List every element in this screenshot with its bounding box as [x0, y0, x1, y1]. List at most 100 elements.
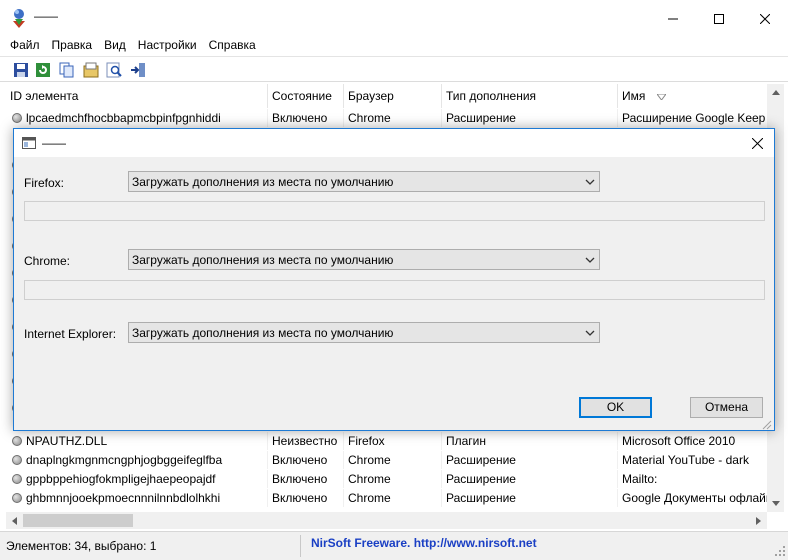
cell-type: Расширение	[442, 470, 618, 488]
exit-icon	[131, 63, 145, 77]
cell-browser: Chrome	[344, 489, 442, 507]
copy-icon	[59, 62, 74, 78]
chevron-down-icon	[585, 179, 595, 185]
cell-name: Material YouTube - dark	[622, 453, 749, 467]
menu-help[interactable]: Справка	[203, 37, 262, 56]
cell-state: Включено	[268, 109, 344, 127]
scroll-right-button[interactable]	[750, 512, 767, 529]
cell-name: Microsoft Office 2010	[622, 434, 736, 448]
dialog-title-bar: ——	[14, 129, 774, 157]
chrome-path-field[interactable]	[24, 280, 765, 300]
chevron-down-icon	[585, 330, 595, 336]
maximize-icon	[714, 13, 724, 24]
dialog-title: ——	[42, 136, 66, 150]
size-grip-icon[interactable]	[760, 418, 772, 430]
size-grip-icon[interactable]	[774, 545, 786, 557]
cell-type: Расширение	[442, 489, 618, 507]
cell-id: NPAUTHZ.DLL	[22, 432, 268, 450]
maximize-button[interactable]	[696, 0, 742, 37]
find-icon	[106, 62, 122, 78]
cell-browser: Chrome	[344, 470, 442, 488]
cell-state: Включено	[268, 489, 344, 507]
save-button[interactable]	[11, 60, 31, 80]
cancel-button[interactable]: Отмена	[690, 397, 763, 418]
cell-browser: Chrome	[344, 451, 442, 469]
minimize-button[interactable]	[650, 0, 696, 37]
column-header-type[interactable]: Тип дополнения	[442, 84, 618, 108]
column-header-id[interactable]: ID элемента	[6, 84, 268, 108]
cell-browser: Chrome	[344, 109, 442, 127]
refresh-button[interactable]	[33, 60, 53, 80]
horizontal-scrollbar[interactable]	[6, 512, 767, 529]
menu-settings[interactable]: Настройки	[132, 37, 203, 56]
status-count: Элементов: 34, выбрано: 1	[6, 539, 157, 553]
firefox-load-value: Загружать дополнения из места по умолчан…	[132, 175, 394, 189]
cell-name: Расширение Google Keep	[622, 111, 766, 125]
firefox-label: Firefox:	[24, 176, 65, 190]
cell-name: Google Документы офлайн	[622, 491, 767, 505]
firefox-load-select[interactable]: Загружать дополнения из места по умолчан…	[128, 171, 600, 192]
chevron-left-icon	[12, 516, 17, 525]
dialog-close-button[interactable]	[740, 129, 774, 157]
column-header-state[interactable]: Состояние	[268, 84, 344, 108]
copy-button[interactable]	[57, 60, 77, 80]
close-button[interactable]	[742, 0, 788, 37]
cell-type: Расширение	[442, 451, 618, 469]
column-header-browser[interactable]: Браузер	[344, 84, 442, 108]
close-icon	[751, 137, 763, 149]
chevron-up-icon	[771, 90, 780, 95]
column-header-name-label: Имя	[622, 89, 646, 103]
cell-id: ghbmnnjooekpmoecnnnilnnbdlolhkhi	[22, 489, 268, 507]
window-icon	[22, 137, 36, 149]
ie-load-select[interactable]: Загружать дополнения из места по умолчан…	[128, 322, 600, 343]
table-row[interactable]: NPAUTHZ.DLL Неизвестно Firefox Плагин Mi…	[6, 432, 767, 450]
sort-arrow-icon	[655, 93, 667, 101]
window-title: ——	[34, 9, 58, 23]
cell-browser: Firefox	[344, 432, 442, 450]
cell-id: gppbppehiogfokmpligejhaepeopajdf	[22, 470, 268, 488]
status-bar: Элементов: 34, выбрано: 1 NirSoft Freewa…	[0, 531, 788, 560]
refresh-icon	[36, 63, 50, 77]
find-button[interactable]	[104, 60, 124, 80]
horizontal-scroll-thumb[interactable]	[23, 514, 133, 527]
status-bullet-icon	[12, 455, 22, 465]
table-row[interactable]: gppbppehiogfokmpligejhaepeopajdf Включен…	[6, 470, 767, 488]
toolbar	[0, 56, 788, 82]
properties-icon	[83, 62, 99, 78]
chrome-load-value: Загружать дополнения из места по умолчан…	[132, 253, 394, 267]
cell-id: dnaplngkmgnmcngphjogbggeifeglfba	[22, 451, 268, 469]
cell-state: Включено	[268, 470, 344, 488]
properties-button[interactable]	[81, 60, 101, 80]
cell-name: Mailto:	[622, 472, 658, 486]
menu-view[interactable]: Вид	[98, 37, 132, 56]
status-bullet-icon	[12, 474, 22, 484]
nirsoft-link[interactable]: NirSoft Freeware. http://www.nirsoft.net	[311, 536, 537, 550]
app-icon	[13, 9, 25, 28]
chrome-load-select[interactable]: Загружать дополнения из места по умолчан…	[128, 249, 600, 270]
chrome-label: Chrome:	[24, 254, 71, 268]
table-row[interactable]: lpcaedmchfhocbbapmcbpinfpgnhiddi Включен…	[6, 109, 767, 127]
cell-state: Включено	[268, 451, 344, 469]
firefox-path-field[interactable]	[24, 201, 765, 221]
ie-load-value: Загружать дополнения из места по умолчан…	[132, 326, 394, 340]
menu-edit[interactable]: Правка	[46, 37, 99, 56]
close-icon	[760, 13, 770, 24]
status-bullet-icon	[12, 113, 22, 123]
cell-type: Расширение	[442, 109, 618, 127]
ok-button[interactable]: OK	[579, 397, 652, 418]
minimize-icon	[668, 18, 678, 19]
status-divider	[300, 535, 301, 557]
column-header-name[interactable]: Имя	[618, 84, 767, 108]
scroll-up-button[interactable]	[767, 84, 784, 101]
chevron-right-icon	[756, 516, 761, 525]
chevron-down-icon	[771, 501, 780, 506]
list-header: ID элемента Состояние Браузер Тип дополн…	[6, 84, 767, 108]
scroll-left-button[interactable]	[6, 512, 23, 529]
table-row[interactable]: ghbmnnjooekpmoecnnnilnnbdlolhkhi Включен…	[6, 489, 767, 507]
scroll-down-button[interactable]	[767, 495, 784, 512]
load-location-dialog: —— Firefox: Загружать дополнения из мест…	[13, 128, 775, 431]
table-row[interactable]: dnaplngkmgnmcngphjogbggeifeglfba Включен…	[6, 451, 767, 469]
ie-label: Internet Explorer:	[24, 327, 117, 341]
menu-file[interactable]: Файл	[4, 37, 46, 56]
exit-button[interactable]	[128, 60, 148, 80]
